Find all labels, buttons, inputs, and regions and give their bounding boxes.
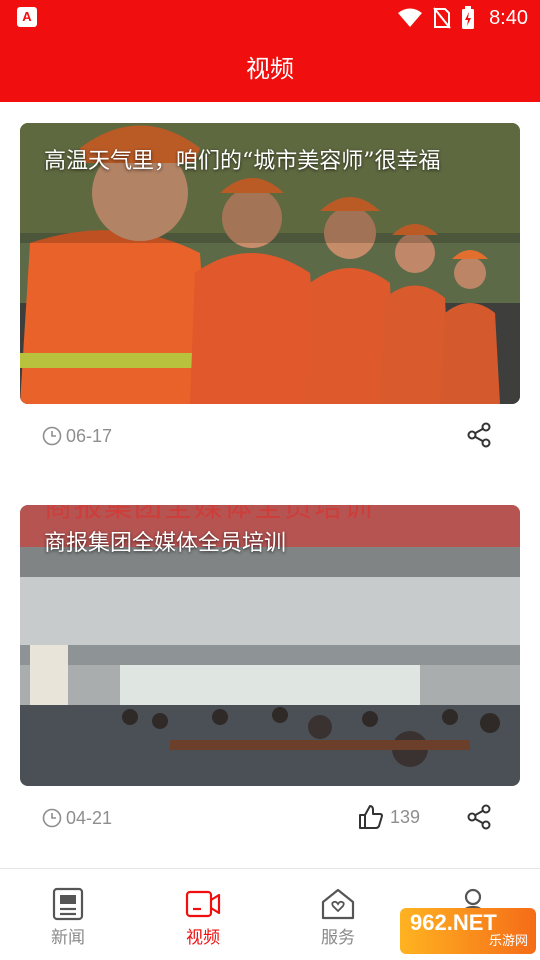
like-count: 139 <box>389 807 420 827</box>
share-icon[interactable] <box>464 420 494 450</box>
battery-charging-icon <box>462 6 475 29</box>
nav-tab-news[interactable]: 新闻 <box>18 887 118 949</box>
app-notification-icon: A <box>17 7 37 27</box>
thumbs-up-icon <box>358 805 383 829</box>
status-bar: A 8:40 <box>0 0 540 36</box>
newspaper-icon <box>52 887 84 921</box>
clock-icon <box>42 808 62 828</box>
watermark-sub: 乐游网 <box>488 934 528 949</box>
nav-label: 新闻 <box>51 928 85 948</box>
date-text: 06-17 <box>66 426 113 446</box>
video-title[interactable]: 高温天气里，咱们的“城市美容师”很幸福 <box>44 145 490 179</box>
video-title[interactable]: 商报集团全媒体全员培训 <box>44 527 490 561</box>
video-thumbnail[interactable]: 商报集团全媒体全员培训 商报集团全媒体全员培训 <box>20 505 520 786</box>
like-button[interactable]: 139 <box>358 802 420 832</box>
nav-label: 服务 <box>321 928 355 948</box>
wifi-icon <box>398 8 423 27</box>
nav-tab-video[interactable]: 视频 <box>153 887 253 949</box>
nav-tab-service[interactable]: 服务 <box>288 887 388 949</box>
house-heart-icon <box>321 888 355 920</box>
video-date: 06-17 <box>42 424 112 448</box>
watermark-logo: 962.NET 乐游网 <box>400 908 536 954</box>
banner-text: 商报集团全媒体全员培训 <box>44 505 375 523</box>
clock: 8:40 <box>489 7 528 29</box>
video-meta: 04-21 139 <box>20 800 520 836</box>
top-bar: A 8:40 视频 <box>0 0 540 102</box>
video-meta: 06-17 <box>20 418 520 454</box>
page-title: 视频 <box>246 55 294 83</box>
no-sim-icon <box>433 7 451 29</box>
clock-icon <box>42 426 62 446</box>
watermark-main: 962.NET <box>410 910 497 935</box>
video-thumbnail[interactable]: 高温天气里，咱们的“城市美容师”很幸福 <box>20 123 520 404</box>
video-icon <box>185 890 221 918</box>
video-date: 04-21 <box>42 806 112 830</box>
date-text: 04-21 <box>66 808 113 828</box>
share-icon[interactable] <box>464 802 494 832</box>
nav-label: 视频 <box>186 928 220 948</box>
